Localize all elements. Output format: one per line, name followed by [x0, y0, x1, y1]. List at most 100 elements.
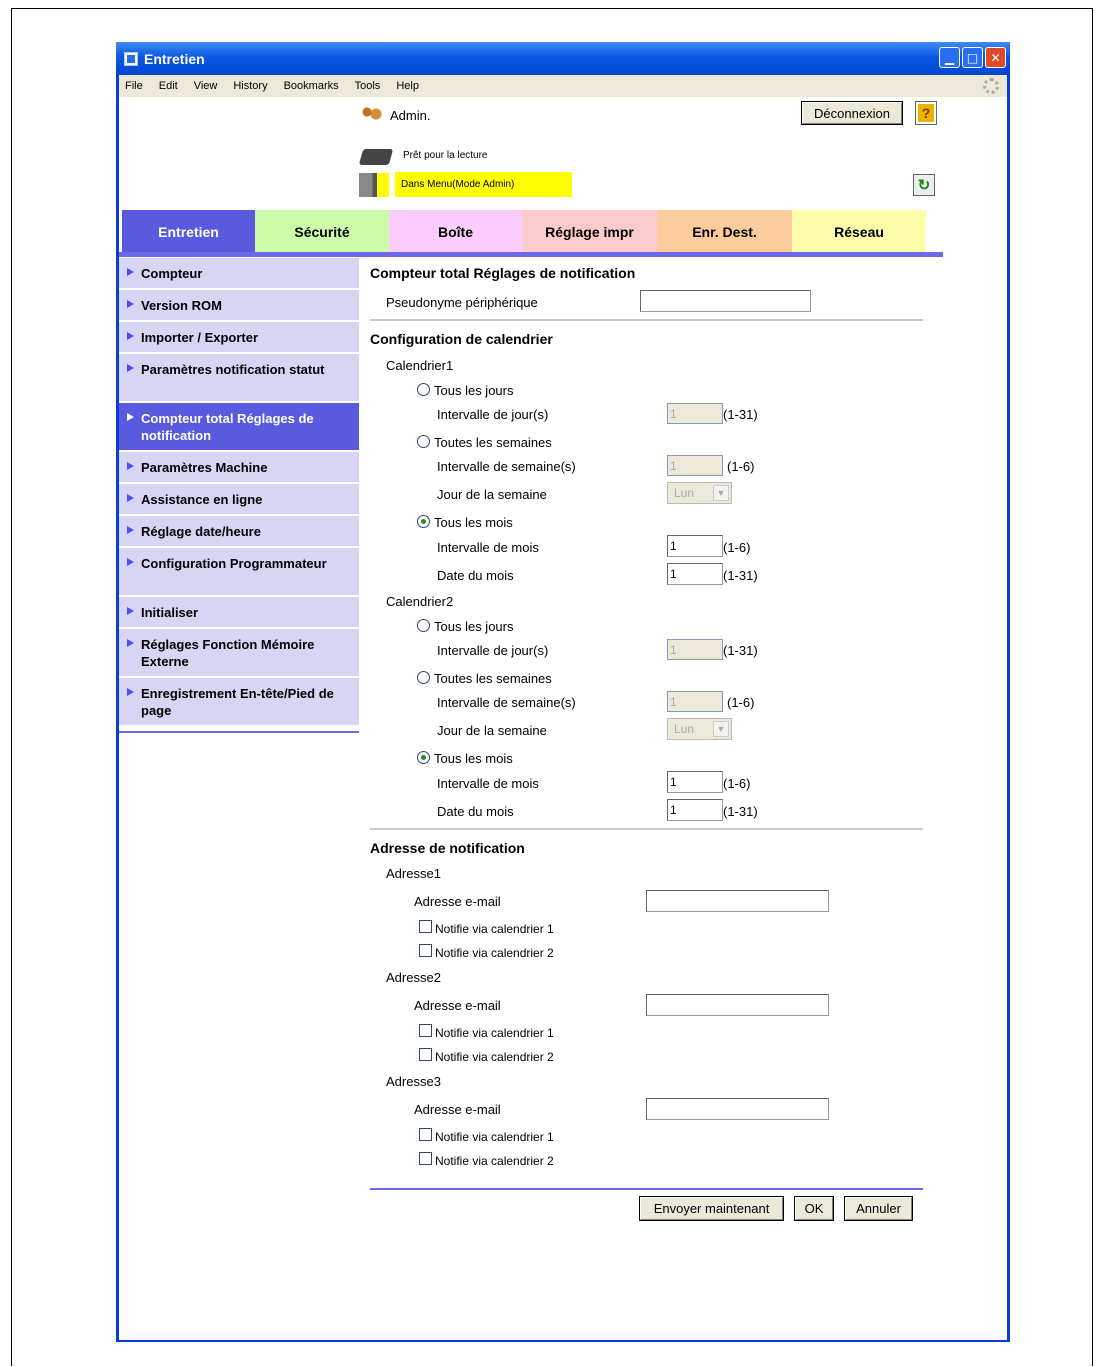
calendar1-day-interval-label: Intervalle de jour(s): [437, 407, 549, 422]
address1-email-label: Adresse e-mail: [414, 894, 501, 909]
menu-help[interactable]: Help: [396, 80, 419, 92]
menu-edit[interactable]: Edit: [159, 80, 178, 92]
address2-email-input[interactable]: [646, 994, 829, 1016]
sidebar-item-programmateur[interactable]: Configuration Programmateur: [119, 548, 359, 597]
minimize-button[interactable]: ▁: [939, 47, 960, 68]
sidebar-item-parametres-machine[interactable]: Paramètres Machine: [119, 452, 359, 484]
logout-button[interactable]: Déconnexion: [801, 101, 903, 125]
address1-cal1-label: Notifie via calendrier 1: [435, 922, 554, 936]
calendar2-month-range: (1-6): [723, 776, 751, 791]
calendar1-week-range: (1-6): [727, 459, 755, 474]
calendar2-daily-label: Tous les jours: [434, 619, 514, 634]
menu-tools[interactable]: Tools: [355, 80, 381, 92]
sidebar-item-version-rom[interactable]: Version ROM: [119, 290, 359, 322]
tab-underline: [119, 252, 943, 257]
sidebar-item-compteur[interactable]: Compteur: [119, 258, 359, 290]
calendar2-day-interval-input[interactable]: 1: [667, 639, 723, 660]
address2-email-label: Adresse e-mail: [414, 998, 501, 1013]
refresh-icon[interactable]: ↻: [913, 174, 935, 196]
alias-input[interactable]: [640, 290, 811, 312]
calendar1-month-interval-label: Intervalle de mois: [437, 540, 539, 555]
page-content: Admin. Déconnexion ? Prêt pour la lectur…: [119, 97, 1007, 1340]
calendar1-day-interval-input[interactable]: 1: [667, 403, 723, 424]
tab-reglage-impr[interactable]: Réglage impr: [522, 210, 657, 253]
calendar1-date-input[interactable]: 1: [667, 563, 723, 585]
calendar2-monthly-label: Tous les mois: [434, 751, 513, 766]
divider: [370, 319, 923, 321]
alias-label: Pseudonyme périphérique: [386, 295, 538, 310]
tab-boite[interactable]: Boîte: [389, 210, 522, 253]
sidebar-item-assistance[interactable]: Assistance en ligne: [119, 484, 359, 516]
address2-label: Adresse2: [386, 970, 441, 985]
loading-throbber-icon: [983, 78, 999, 94]
calendar-section-title: Configuration de calendrier: [370, 331, 553, 347]
calendar2-week-range: (1-6): [727, 695, 755, 710]
calendar2-weekly-label: Toutes les semaines: [434, 671, 552, 686]
menu-history[interactable]: History: [233, 80, 267, 92]
calendar1-label: Calendrier1: [386, 358, 454, 373]
address3-email-label: Adresse e-mail: [414, 1102, 501, 1117]
calendar1-week-interval-label: Intervalle de semaine(s): [437, 459, 576, 474]
calendar2-week-interval-input[interactable]: 1: [667, 691, 723, 712]
address2-cal1-checkbox[interactable]: [419, 1024, 432, 1037]
calendar2-week-interval-label: Intervalle de semaine(s): [437, 695, 576, 710]
calendar1-month-interval-input[interactable]: 1: [667, 535, 723, 557]
sidebar-item-memoire-externe[interactable]: Réglages Fonction Mémoire Externe: [119, 629, 359, 678]
calendar2-date-range: (1-31): [723, 804, 758, 819]
calendar2-date-input[interactable]: 1: [667, 799, 723, 821]
sidebar: Compteur Version ROM Importer / Exporter…: [119, 258, 359, 733]
admin-label: Admin.: [390, 108, 431, 123]
tab-reseau[interactable]: Réseau: [792, 210, 926, 253]
address3-email-input[interactable]: [646, 1098, 829, 1120]
calendar1-month-range: (1-6): [723, 540, 751, 555]
sidebar-end-line: [119, 731, 359, 733]
calendar2-month-interval-input[interactable]: 1: [667, 771, 723, 793]
sidebar-item-date-heure[interactable]: Réglage date/heure: [119, 516, 359, 548]
calendar1-daily-radio[interactable]: [417, 383, 430, 396]
address1-cal1-checkbox[interactable]: [419, 920, 432, 933]
calendar2-weekly-radio[interactable]: [417, 671, 430, 684]
ok-button[interactable]: OK: [794, 1196, 834, 1221]
sidebar-item-parametres-notification[interactable]: Paramètres notification statut: [119, 354, 359, 403]
menu-file[interactable]: File: [125, 80, 143, 92]
address3-cal2-checkbox[interactable]: [419, 1152, 432, 1165]
calendar1-monthly-radio[interactable]: [417, 515, 430, 528]
window-title: Entretien: [144, 50, 205, 67]
sidebar-item-importer-exporter[interactable]: Importer / Exporter: [119, 322, 359, 354]
send-now-button[interactable]: Envoyer maintenant: [639, 1196, 784, 1221]
close-button[interactable]: ✕: [985, 47, 1006, 68]
footer-divider: [370, 1188, 923, 1190]
address1-label: Adresse1: [386, 866, 441, 881]
menu-bookmarks[interactable]: Bookmarks: [284, 80, 339, 92]
maximize-button[interactable]: □: [962, 47, 983, 68]
sidebar-item-initialiser[interactable]: Initialiser: [119, 597, 359, 629]
browser-icon: [124, 51, 138, 66]
calendar2-day-range: (1-31): [723, 643, 758, 658]
page-title: Compteur total Réglages de notification: [370, 265, 636, 281]
calendar1-weekday-select[interactable]: Lun ▼: [667, 482, 732, 504]
tab-entretien[interactable]: Entretien: [122, 210, 255, 253]
calendar1-date-label: Date du mois: [437, 568, 514, 583]
address3-label: Adresse3: [386, 1074, 441, 1089]
calendar1-weekly-radio[interactable]: [417, 435, 430, 448]
sidebar-item-entete-pied[interactable]: Enregistrement En-tête/Pied de page: [119, 678, 359, 727]
address3-cal1-checkbox[interactable]: [419, 1128, 432, 1141]
chevron-down-icon: ▼: [713, 721, 729, 737]
calendar2-weekday-select[interactable]: Lun ▼: [667, 718, 732, 740]
help-button[interactable]: ?: [915, 101, 937, 125]
calendar1-date-range: (1-31): [723, 568, 758, 583]
machine-status-icon: [359, 173, 389, 197]
calendar1-week-interval-input[interactable]: 1: [667, 455, 723, 476]
tab-enr-dest[interactable]: Enr. Dest.: [657, 210, 792, 253]
menu-view[interactable]: View: [194, 80, 218, 92]
address1-email-input[interactable]: [646, 890, 829, 912]
sidebar-item-compteur-total-active[interactable]: Compteur total Réglages de notification: [119, 403, 359, 452]
tab-securite[interactable]: Sécurité: [255, 210, 389, 253]
chevron-down-icon: ▼: [713, 485, 729, 501]
address2-cal2-checkbox[interactable]: [419, 1048, 432, 1061]
calendar2-daily-radio[interactable]: [417, 619, 430, 632]
cancel-button[interactable]: Annuler: [844, 1196, 913, 1221]
address1-cal2-checkbox[interactable]: [419, 944, 432, 957]
calendar2-label: Calendrier2: [386, 594, 454, 609]
calendar2-monthly-radio[interactable]: [417, 751, 430, 764]
